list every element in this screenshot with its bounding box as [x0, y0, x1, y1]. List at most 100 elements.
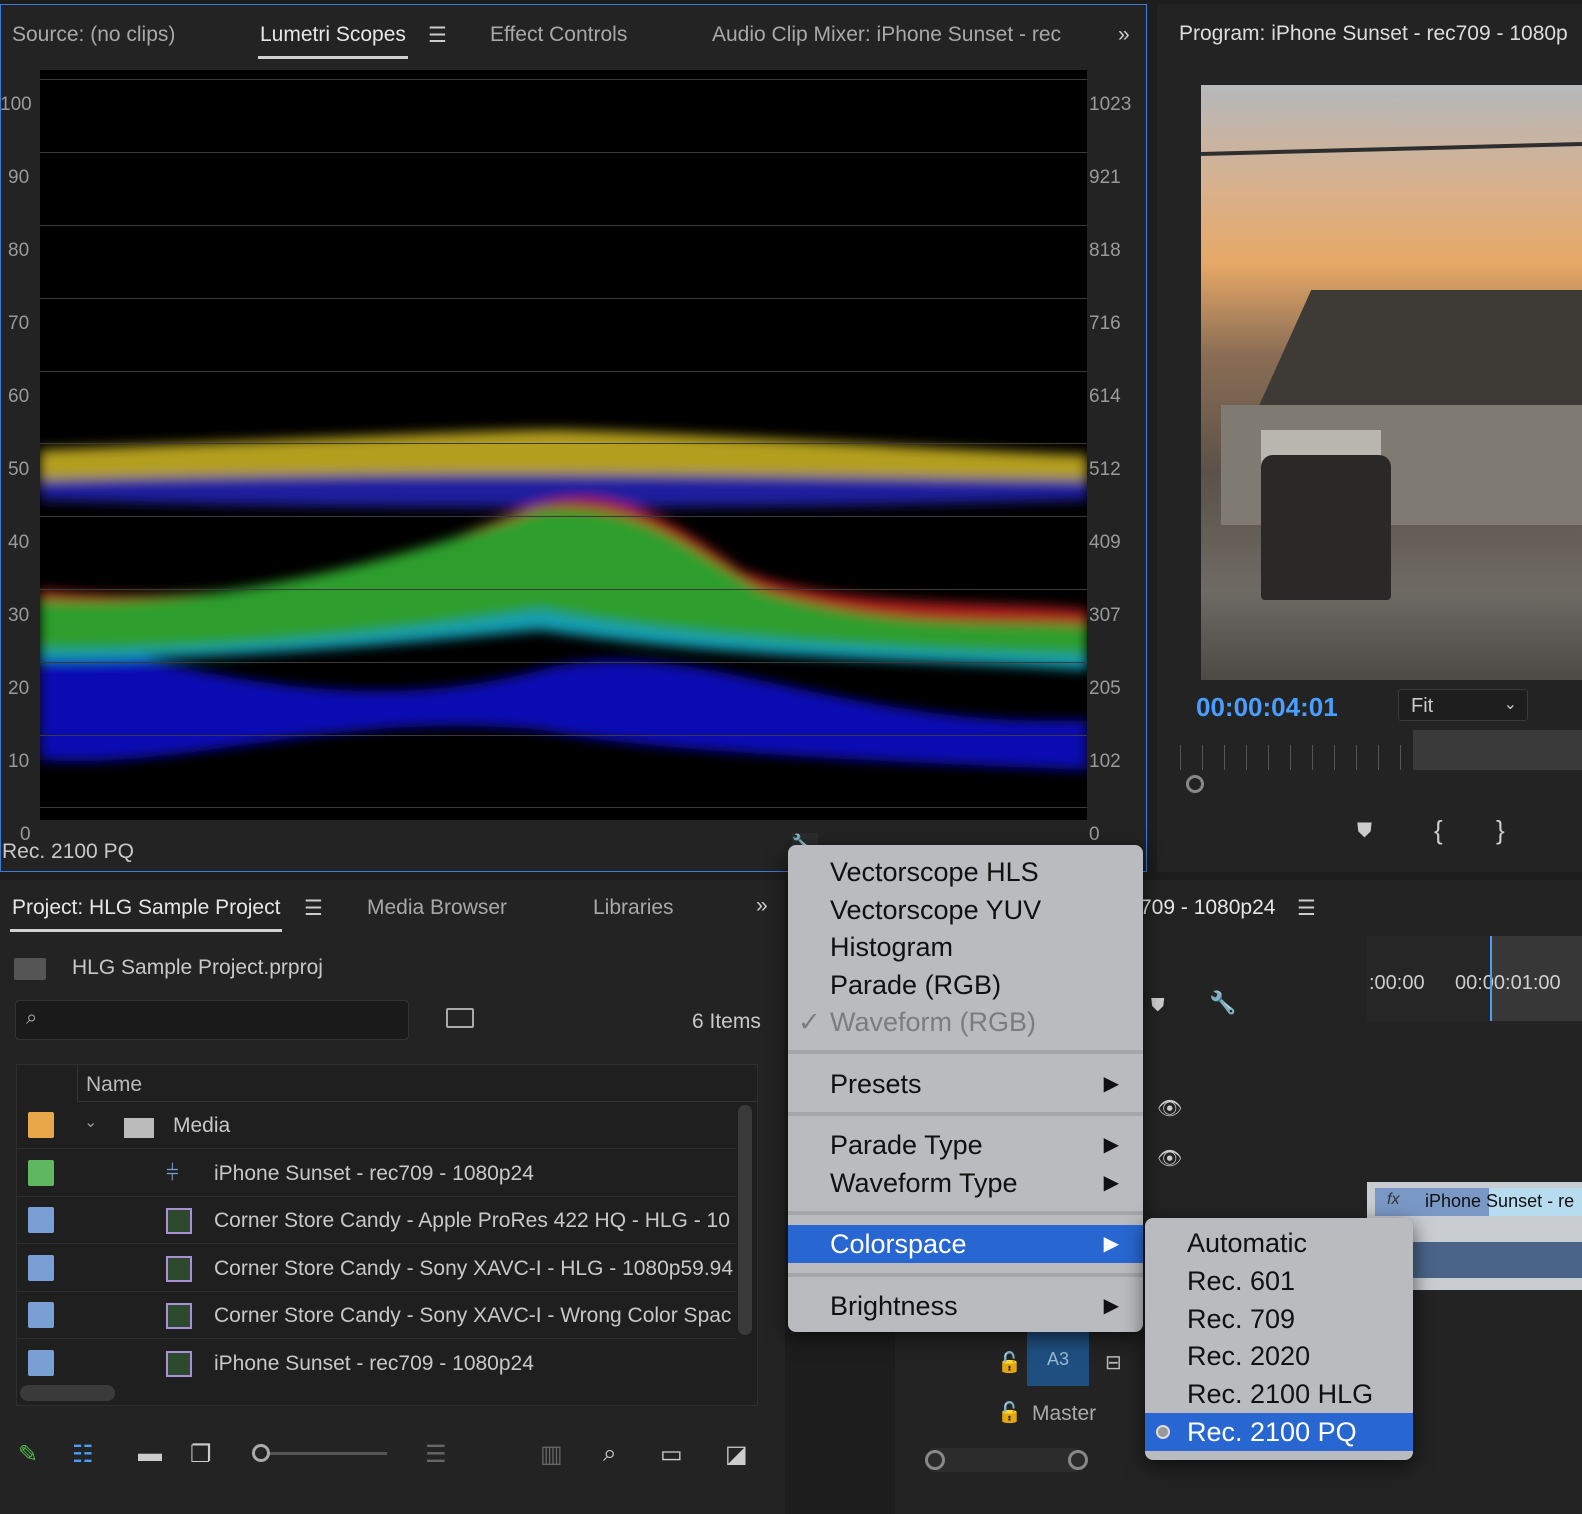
vertical-scrollbar[interactable] — [738, 1105, 752, 1335]
tab-lumetri-scopes[interactable]: Lumetri Scopes — [258, 23, 408, 59]
label-color[interactable] — [28, 1207, 54, 1233]
tab-source[interactable]: Source: (no clips) — [12, 23, 175, 47]
search-input[interactable]: ⌕ — [15, 1000, 409, 1040]
tick-label: 90 — [8, 167, 30, 188]
video-clip[interactable]: fx iPhone Sunset - re — [1375, 1188, 1582, 1216]
sequence-icon: ⫩ — [166, 1160, 179, 1185]
menu-item-parade-type[interactable]: Parade Type ▶ — [788, 1126, 1143, 1164]
menu-item-histogram[interactable]: Histogram — [788, 928, 1143, 966]
tab-media-browser[interactable]: Media Browser — [367, 896, 507, 920]
new-bin-icon[interactable]: ▭ — [660, 1440, 683, 1469]
mark-out-icon[interactable]: } — [1496, 815, 1505, 846]
horizontal-scrollbar[interactable] — [20, 1385, 115, 1401]
chevron-down-icon: ⌄ — [1503, 696, 1517, 713]
menu-item-rec-709[interactable]: Rec. 709 — [1145, 1300, 1413, 1338]
item-name: Media — [173, 1114, 231, 1137]
timeline-zoom-scrollbar[interactable] — [925, 1448, 1088, 1472]
menu-item-colorspace[interactable]: Colorspace ▶ — [788, 1225, 1143, 1263]
menu-item-brightness[interactable]: Brightness ▶ — [788, 1287, 1143, 1325]
add-marker-icon[interactable]: ⛊ — [1151, 995, 1165, 1016]
mark-in-icon[interactable]: { — [1434, 815, 1443, 846]
lock-icon[interactable]: 🔓 — [997, 1400, 1022, 1425]
menu-item-waveform-rgb[interactable]: ✓ Waveform (RGB) — [788, 1003, 1143, 1041]
label-color[interactable] — [28, 1255, 54, 1281]
menu-item-rec-2100-hlg[interactable]: Rec. 2100 HLG — [1145, 1375, 1413, 1413]
zoom-scroll-handle[interactable] — [1186, 775, 1204, 793]
track-output-icon[interactable]: ⊟ — [1105, 1350, 1122, 1375]
pencil-icon[interactable]: ✎ — [18, 1440, 38, 1469]
panel-menu-icon[interactable]: ☰ — [428, 23, 447, 48]
scroll-handle-right[interactable] — [1068, 1450, 1088, 1470]
panel-menu-icon[interactable]: ☰ — [1297, 896, 1316, 921]
label-color[interactable] — [28, 1160, 54, 1186]
tick-label: 60 — [8, 386, 30, 407]
menu-item-waveform-type[interactable]: Waveform Type ▶ — [788, 1164, 1143, 1202]
scroll-handle-left[interactable] — [925, 1450, 945, 1470]
menu-item-automatic[interactable]: Automatic — [1145, 1224, 1413, 1262]
label-color[interactable] — [28, 1350, 54, 1376]
freeform-view-icon[interactable]: ❐ — [190, 1440, 212, 1469]
timeline-tab[interactable]: 709 - 1080p24 — [1140, 896, 1275, 920]
lock-icon[interactable]: 🔓 — [997, 1350, 1022, 1375]
tab-effect-controls[interactable]: Effect Controls — [490, 23, 627, 47]
program-title[interactable]: Program: iPhone Sunset - rec709 - 1080p — [1179, 22, 1568, 46]
overflow-tabs-icon[interactable]: » — [756, 894, 768, 918]
list-item[interactable]: ⫩ iPhone Sunset - rec709 - 1080p24 — [16, 1150, 736, 1197]
list-item[interactable]: Corner Store Candy - Apple ProRes 422 HQ… — [16, 1197, 736, 1244]
submenu-arrow-icon: ▶ — [1103, 1233, 1119, 1255]
list-item[interactable]: iPhone Sunset - rec709 - 1080p24 — [16, 1340, 736, 1387]
list-item[interactable]: Corner Store Candy - Sony XAVC-I - Wrong… — [16, 1292, 736, 1339]
find-icon[interactable] — [446, 1008, 474, 1028]
up-folder-icon[interactable] — [14, 958, 46, 980]
tick-label: 50 — [8, 459, 30, 480]
tick-label: 80 — [8, 240, 30, 261]
submenu-arrow-icon: ▶ — [1103, 1073, 1119, 1095]
clip-icon — [166, 1303, 192, 1329]
overflow-tabs-icon[interactable]: » — [1118, 23, 1130, 47]
menu-item-parade-rgb[interactable]: Parade (RGB) — [788, 966, 1143, 1004]
icon-view-icon[interactable]: ▬ — [138, 1440, 162, 1468]
radio-selected-icon — [1156, 1425, 1170, 1439]
tick-label: 818 — [1089, 240, 1121, 261]
sort-icon[interactable]: ☰ — [425, 1440, 447, 1469]
menu-item-rec-2020[interactable]: Rec. 2020 — [1145, 1337, 1413, 1375]
label-color[interactable] — [28, 1112, 54, 1138]
timeline-ruler[interactable]: :00:00 00:00:01:00 — [1367, 936, 1582, 1021]
list-view-icon[interactable]: ☷ — [72, 1440, 94, 1469]
eye-icon[interactable]: 👁 — [1157, 1096, 1182, 1121]
column-header-name[interactable]: Name — [77, 1065, 757, 1102]
find-icon[interactable]: ⌕ — [603, 1440, 616, 1468]
menu-item-presets[interactable]: Presets ▶ — [788, 1065, 1143, 1103]
menu-item-rec-2100-pq[interactable]: Rec. 2100 PQ — [1145, 1413, 1413, 1451]
label-color[interactable] — [28, 1302, 54, 1328]
new-item-icon[interactable]: ◪ — [725, 1440, 748, 1469]
slider-handle[interactable] — [252, 1444, 270, 1462]
menu-item-vectorscope-yuv[interactable]: Vectorscope YUV — [788, 891, 1143, 929]
wrench-icon[interactable]: 🔧 — [1209, 990, 1236, 1016]
tab-audio-clip-mixer[interactable]: Audio Clip Mixer: iPhone Sunset - rec — [712, 23, 1070, 47]
tab-libraries[interactable]: Libraries — [593, 896, 674, 920]
zoom-fit-dropdown[interactable]: Fit ⌄ — [1398, 689, 1528, 721]
list-item[interactable]: Corner Store Candy - Sony XAVC-I - HLG -… — [16, 1245, 736, 1292]
house-roof — [1257, 290, 1582, 410]
chevron-down-icon[interactable]: ⌄ — [84, 1112, 97, 1132]
tab-project[interactable]: Project: HLG Sample Project — [9, 896, 283, 932]
zoom-slider[interactable] — [252, 1444, 387, 1462]
playhead[interactable] — [1490, 936, 1492, 1021]
menu-item-rec-601[interactable]: Rec. 601 — [1145, 1262, 1413, 1300]
add-marker-icon[interactable]: ⛊ — [1357, 820, 1372, 843]
automate-icon[interactable]: ▥ — [540, 1440, 563, 1469]
tick-label: 40 — [8, 532, 30, 553]
ruler-label: :00:00 — [1369, 972, 1425, 994]
menu-item-vectorscope-hls[interactable]: Vectorscope HLS — [788, 853, 1143, 891]
track-a3-toggle[interactable]: A3 — [1027, 1332, 1089, 1386]
panel-menu-icon[interactable]: ☰ — [304, 896, 323, 921]
in-out-range — [1413, 730, 1582, 770]
item-name: iPhone Sunset - rec709 - 1080p24 — [214, 1162, 534, 1185]
eye-icon[interactable]: 👁 — [1157, 1146, 1182, 1171]
items-count: 6 Items — [692, 1010, 761, 1033]
submenu-arrow-icon: ▶ — [1103, 1172, 1119, 1194]
playhead-timecode[interactable]: 00:00:04:01 — [1196, 692, 1338, 723]
list-item[interactable]: ⌄ Media — [16, 1102, 736, 1149]
fit-label: Fit — [1411, 695, 1434, 717]
